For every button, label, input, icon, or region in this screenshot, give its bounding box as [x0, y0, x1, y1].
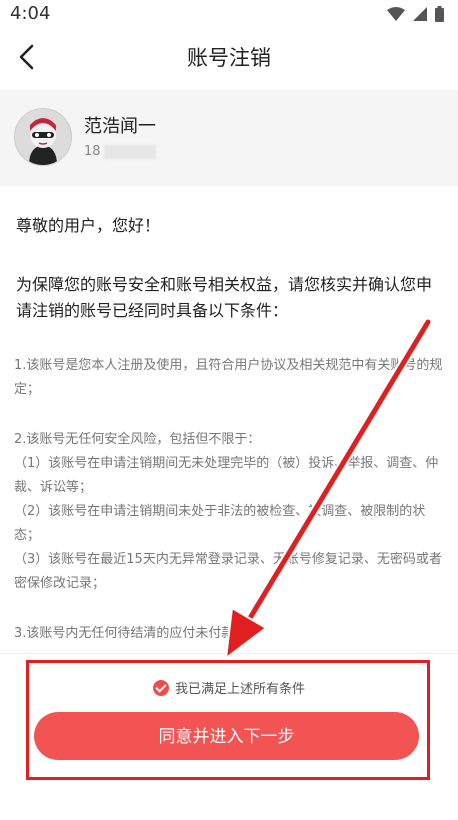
condition-item: 3.该账号内无任何待结清的应付未付款项。 — [14, 626, 261, 641]
avatar-illustration-icon — [15, 109, 71, 165]
condition-item: （3）该账号在最近15天内无异常登录记录、无账号修复记录、无密码或者密保修改记录… — [14, 552, 442, 591]
intro-text: 为保障您的账号安全和账号相关权益，请您核实并确认您申请注销的账号已经同时具备以下… — [16, 275, 433, 320]
condition-item: （2）该账号在申请注销期间未处于非法的被检查、被调查、被限制的状态； — [14, 504, 426, 543]
condition-item: 1.该账号是您本人注册及使用，且符合用户协议及相关规范中有关账号的规定； — [14, 358, 443, 397]
nav-bar: 账号注销 — [0, 28, 458, 86]
condition-item: （1）该账号在申请注销期间无未处理完毕的（被）投诉、举报、调查、仲裁、诉讼等； — [14, 456, 439, 495]
phone-blur-mask — [103, 144, 156, 159]
page-title: 账号注销 — [187, 46, 271, 70]
status-icons — [387, 6, 444, 22]
condition-item: 2.该账号无任何安全风险，包括但不限于： — [14, 432, 261, 447]
user-phone-prefix: 18 — [84, 144, 101, 159]
wifi-icon — [387, 7, 405, 21]
annotation-highlight-box — [26, 660, 430, 780]
greeting: 尊敬的用户，您好！ — [16, 216, 161, 235]
profile-card: 范浩闻一 18 — [0, 90, 458, 186]
user-name: 范浩闻一 — [84, 116, 156, 137]
avatar — [14, 108, 72, 166]
status-bar: 4:04 — [0, 0, 458, 28]
user-phone: 18 — [84, 144, 156, 159]
divider — [0, 653, 458, 654]
status-time: 4:04 — [10, 3, 51, 24]
signal-icon — [413, 7, 427, 21]
battery-icon — [435, 6, 444, 22]
